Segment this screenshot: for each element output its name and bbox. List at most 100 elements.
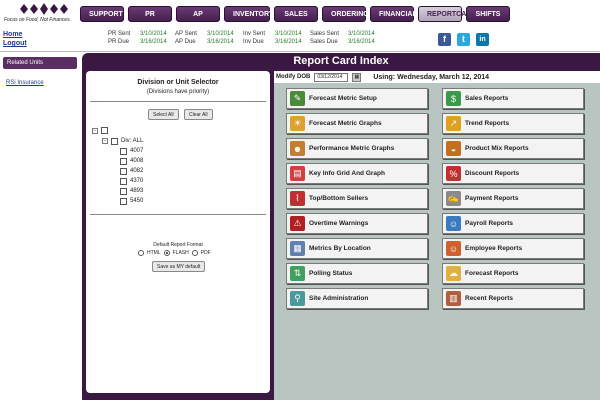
unit-label: 4007: [130, 148, 144, 154]
report-label: Site Administration: [309, 295, 369, 302]
metrics-by-location-button[interactable]: ▦ Metrics By Location: [286, 238, 428, 259]
top-bottom-sellers-button[interactable]: ⌇ Top/Bottom Sellers: [286, 188, 428, 209]
unit-checkbox[interactable]: [120, 167, 127, 175]
forecast-metric-graphs-button[interactable]: ☀ Forecast Metric Graphs: [286, 113, 428, 134]
recent-reports-button[interactable]: ▥ Recent Reports: [442, 288, 584, 309]
select-all-button[interactable]: Select All: [148, 109, 179, 120]
reports-area: Modify DOB 03/12/2014 ▦ Using: Wednesday…: [274, 71, 600, 400]
polling-icon: ⇅: [290, 266, 305, 281]
performance-metric-graphs-button[interactable]: ☻ Performance Metric Graphs: [286, 138, 428, 159]
payment-icon: ✍: [446, 191, 461, 206]
twitter-icon[interactable]: t: [457, 33, 470, 46]
unit-checkbox[interactable]: [120, 197, 127, 205]
forecast-icon: ☁: [446, 266, 461, 281]
unit-row: 4370: [120, 177, 143, 185]
inv-sent-label: Inv Sent: [243, 31, 266, 37]
collapse-icon[interactable]: −: [92, 127, 98, 134]
using-date: Using: Wednesday, March 12, 2014: [373, 73, 490, 81]
trend-reports-button[interactable]: ↗ Trend Reports: [442, 113, 584, 134]
dob-input[interactable]: 03/12/2014: [314, 72, 349, 82]
polling-status-button[interactable]: ⇅ Polling Status: [286, 263, 428, 284]
sales-sent-date: 3/10/2014: [348, 31, 375, 37]
nav-ap[interactable]: AP: [176, 6, 220, 22]
report-label: Overtime Warnings: [309, 220, 369, 227]
logout-link[interactable]: Logout: [3, 39, 27, 48]
report-label: Payroll Reports: [465, 220, 514, 227]
rsi-insurance-link[interactable]: RSi Insurance: [6, 80, 44, 86]
unit-row: 5450: [120, 197, 143, 205]
flash-label: FLASH: [172, 250, 189, 256]
nav-financials[interactable]: FINANCIALS: [370, 6, 421, 22]
employee-reports-button[interactable]: ☺ Employee Reports: [442, 238, 584, 259]
calendar-icon[interactable]: ▦: [352, 72, 362, 82]
selector-title: Division or Unit Selector: [137, 79, 219, 86]
clear-all-button[interactable]: Clear All: [184, 109, 213, 120]
unit-checkbox[interactable]: [120, 157, 127, 165]
site-administration-button[interactable]: ⚲ Site Administration: [286, 288, 428, 309]
selector-subtitle: (Divisions have priority): [146, 89, 210, 95]
pencil-chart-icon: ✎: [290, 91, 305, 106]
product-mix-reports-button[interactable]: ◒ Product Mix Reports: [442, 138, 584, 159]
unit-row: 4893: [120, 187, 143, 195]
report-format-options: HTML FLASH PDF: [138, 250, 211, 256]
report-format-label: Default Report Format: [153, 242, 203, 248]
nav-reportcard[interactable]: REPORTCARD: [418, 6, 476, 22]
unit-checkbox[interactable]: [120, 187, 127, 195]
html-label: HTML: [147, 250, 161, 256]
collapse-icon[interactable]: −: [102, 138, 108, 144]
report-label: Employee Reports: [465, 245, 523, 252]
forecast-reports-button[interactable]: ☁ Forecast Reports: [442, 263, 584, 284]
pr-status: PR Sent 3/10/2014 PR Due 3/16/2014: [108, 30, 167, 46]
pr-sent-label: PR Sent: [108, 31, 131, 37]
dob-bar: Modify DOB 03/12/2014 ▦ Using: Wednesday…: [274, 71, 600, 83]
nav-shifts[interactable]: SHIFTS: [466, 6, 510, 22]
nav-inventory[interactable]: INVENTORY: [224, 6, 273, 22]
burger-icon: ◒: [446, 141, 461, 156]
payment-reports-button[interactable]: ✍ Payment Reports: [442, 188, 584, 209]
flash-radio[interactable]: [163, 250, 170, 256]
employee-icon: ☺: [446, 241, 461, 256]
forecast-metric-setup-button[interactable]: ✎ Forecast Metric Setup: [286, 88, 428, 109]
unit-label: 4008: [130, 158, 144, 164]
key-info-grid-button[interactable]: ▤ Key Info Grid And Graph: [286, 163, 428, 184]
selector-divider: [90, 101, 266, 102]
report-label: Payment Reports: [465, 195, 519, 202]
nav-support[interactable]: SUPPORT: [80, 6, 124, 22]
report-label: Recent Reports: [465, 295, 514, 302]
report-label: Metrics By Location: [309, 245, 371, 252]
overtime-warnings-button[interactable]: ⚠ Overtime Warnings: [286, 213, 428, 234]
tree-root: −: [92, 127, 108, 134]
save-default-button[interactable]: Save as MY default: [152, 261, 206, 272]
discount-reports-button[interactable]: % Discount Reports: [442, 163, 584, 184]
sales-sent-label: Sales Sent: [310, 31, 340, 37]
unit-checkbox[interactable]: [120, 177, 127, 185]
html-radio[interactable]: [138, 250, 144, 256]
nav-ordering[interactable]: ORDERING: [322, 6, 369, 22]
ap-status: AP Sent 3/10/2014 AP Due 3/16/2014: [175, 30, 234, 46]
payroll-reports-button[interactable]: ☺ Payroll Reports: [442, 213, 584, 234]
home-link[interactable]: Home: [3, 30, 27, 39]
social-links: f t in: [438, 33, 489, 46]
dob-label: Modify DOB: [276, 74, 311, 80]
report-label: Polling Status: [309, 270, 353, 277]
sales-due-label: Sales Due: [310, 39, 338, 45]
sales-reports-button[interactable]: $ Sales Reports: [442, 88, 584, 109]
page-title: Report Card Index: [293, 55, 389, 67]
pdf-radio[interactable]: [191, 250, 198, 256]
ap-due-date: 3/16/2014: [207, 39, 234, 45]
related-units-button[interactable]: Related Units: [3, 57, 77, 69]
linkedin-icon[interactable]: in: [476, 33, 489, 46]
facebook-icon[interactable]: f: [438, 33, 451, 46]
root-checkbox[interactable]: [101, 127, 108, 134]
pdf-label: PDF: [200, 250, 211, 256]
nav-sales[interactable]: SALES: [274, 6, 318, 22]
inv-due-label: Inv Due: [243, 39, 264, 45]
discount-icon: %: [446, 166, 461, 181]
report-label: Trend Reports: [465, 120, 510, 127]
report-label: Forecast Metric Graphs: [309, 120, 382, 127]
division-checkbox[interactable]: [111, 137, 118, 145]
dollar-icon: $: [446, 91, 461, 106]
nav-pr[interactable]: PR: [128, 6, 172, 22]
payroll-icon: ☺: [446, 216, 461, 231]
unit-checkbox[interactable]: [120, 147, 127, 155]
